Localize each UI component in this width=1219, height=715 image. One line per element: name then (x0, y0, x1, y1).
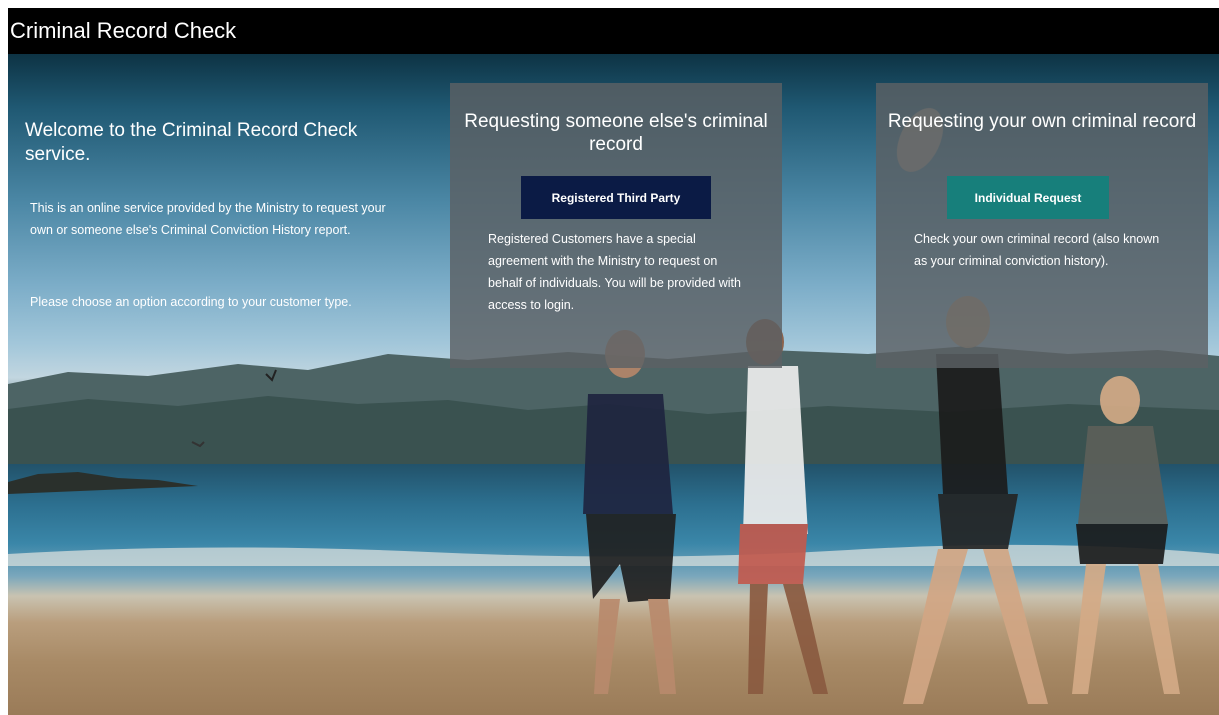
shore-rocks (8, 472, 198, 494)
page-title: Criminal Record Check (10, 18, 237, 43)
hero-banner: Welcome to the Criminal Record Check ser… (8, 54, 1219, 715)
individual-heading: Requesting your own criminal record (887, 111, 1197, 132)
third-party-description: Registered Customers have a special agre… (488, 232, 741, 312)
page-header: Criminal Record Check (8, 8, 1219, 54)
individual-request-button[interactable]: Individual Request (947, 176, 1109, 219)
individual-panel: Requesting your own criminal record Indi… (876, 83, 1208, 368)
third-party-panel: Requesting someone else's criminal recor… (450, 83, 782, 368)
individual-description: Check your own criminal record (also kno… (914, 232, 1160, 268)
intro-instruction: Please choose an option according to you… (30, 295, 352, 309)
intro-description: This is an online service provided by th… (30, 201, 386, 237)
welcome-heading: Welcome to the Criminal Record Check ser… (25, 120, 358, 165)
registered-third-party-button[interactable]: Registered Third Party (521, 176, 711, 219)
third-party-heading: Requesting someone else's criminal recor… (464, 111, 768, 155)
